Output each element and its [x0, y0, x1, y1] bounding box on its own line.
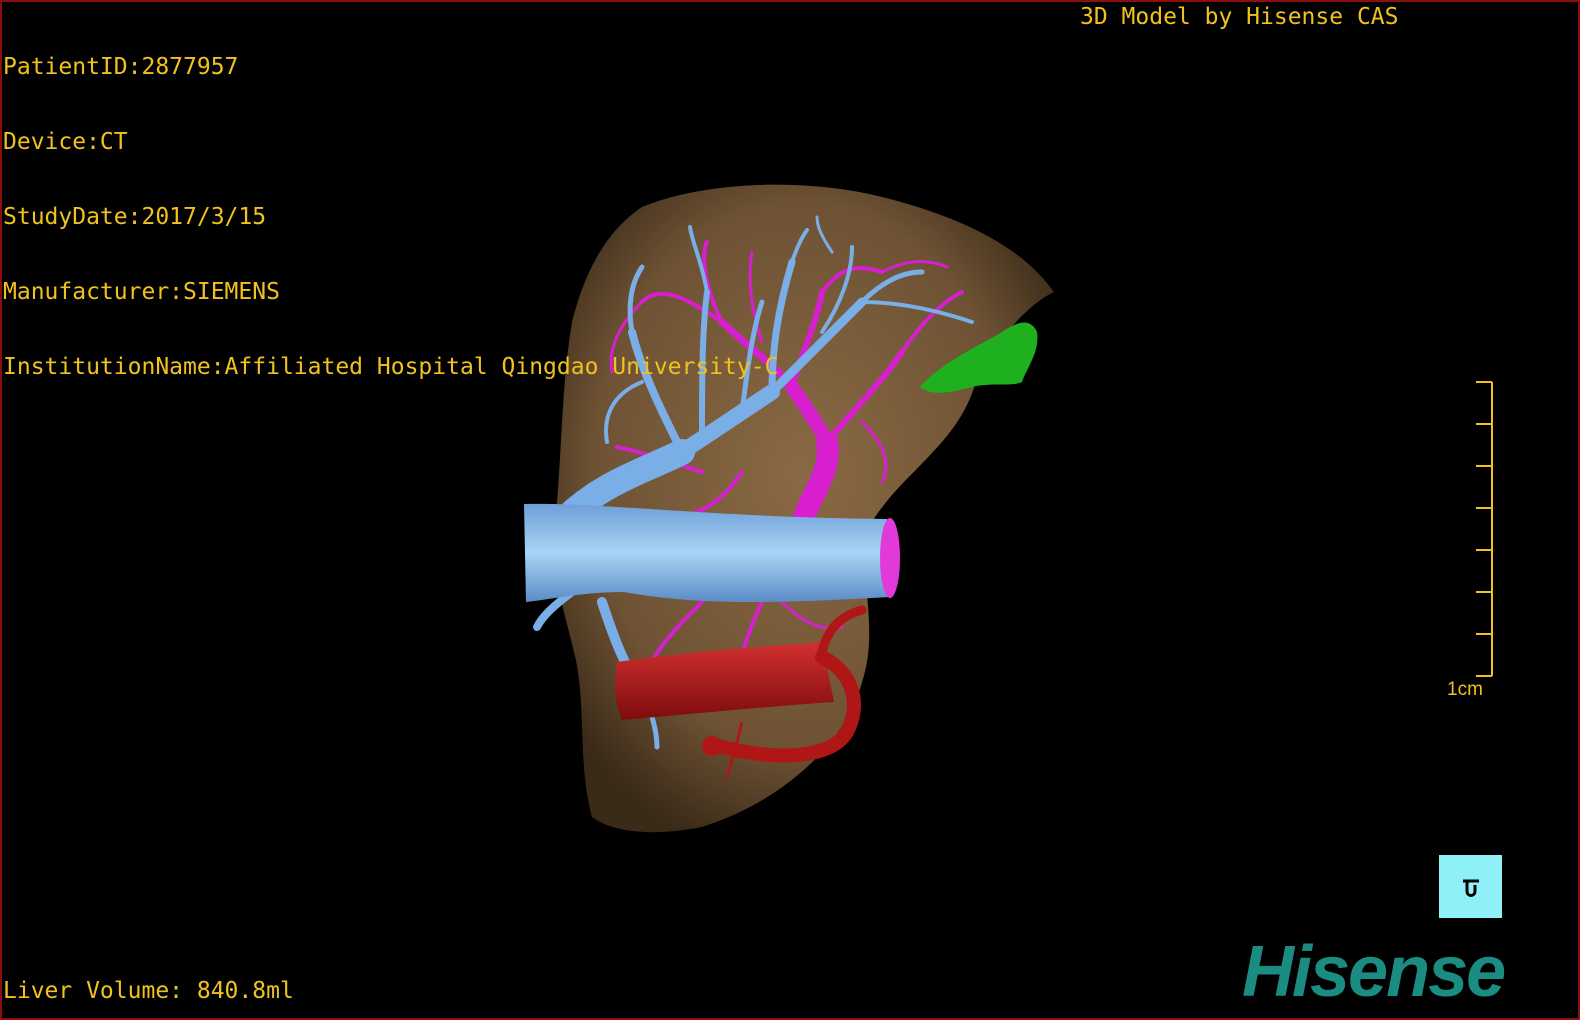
orientation-cube-icon [1462, 879, 1479, 897]
orientation-cube-button[interactable] [1439, 855, 1502, 918]
scale-bar-label: 1cm [1447, 679, 1483, 700]
viewer-frame: PatientID:2877957 Device:CT StudyDate:20… [0, 0, 1580, 1020]
study-date: StudyDate:2017/3/15 [3, 204, 267, 230]
study-info-overlay: PatientID:2877957 Device:CT StudyDate:20… [3, 5, 778, 430]
device: Device:CT [3, 129, 128, 155]
inferior-vena-cava [524, 503, 890, 602]
scale-bar [1476, 381, 1493, 677]
ivc-cap [880, 518, 900, 598]
liver-volume: Liver Volume: 840.8ml [3, 978, 294, 1004]
hisense-logo: Hisense [1242, 932, 1506, 1012]
patient-id: PatientID:2877957 [3, 54, 239, 80]
manufacturer: Manufacturer:SIEMENS [3, 279, 280, 305]
institution-name: InstitutionName:Affiliated Hospital Qing… [3, 354, 779, 380]
model-credit: 3D Model by Hisense CAS [1080, 4, 1399, 30]
